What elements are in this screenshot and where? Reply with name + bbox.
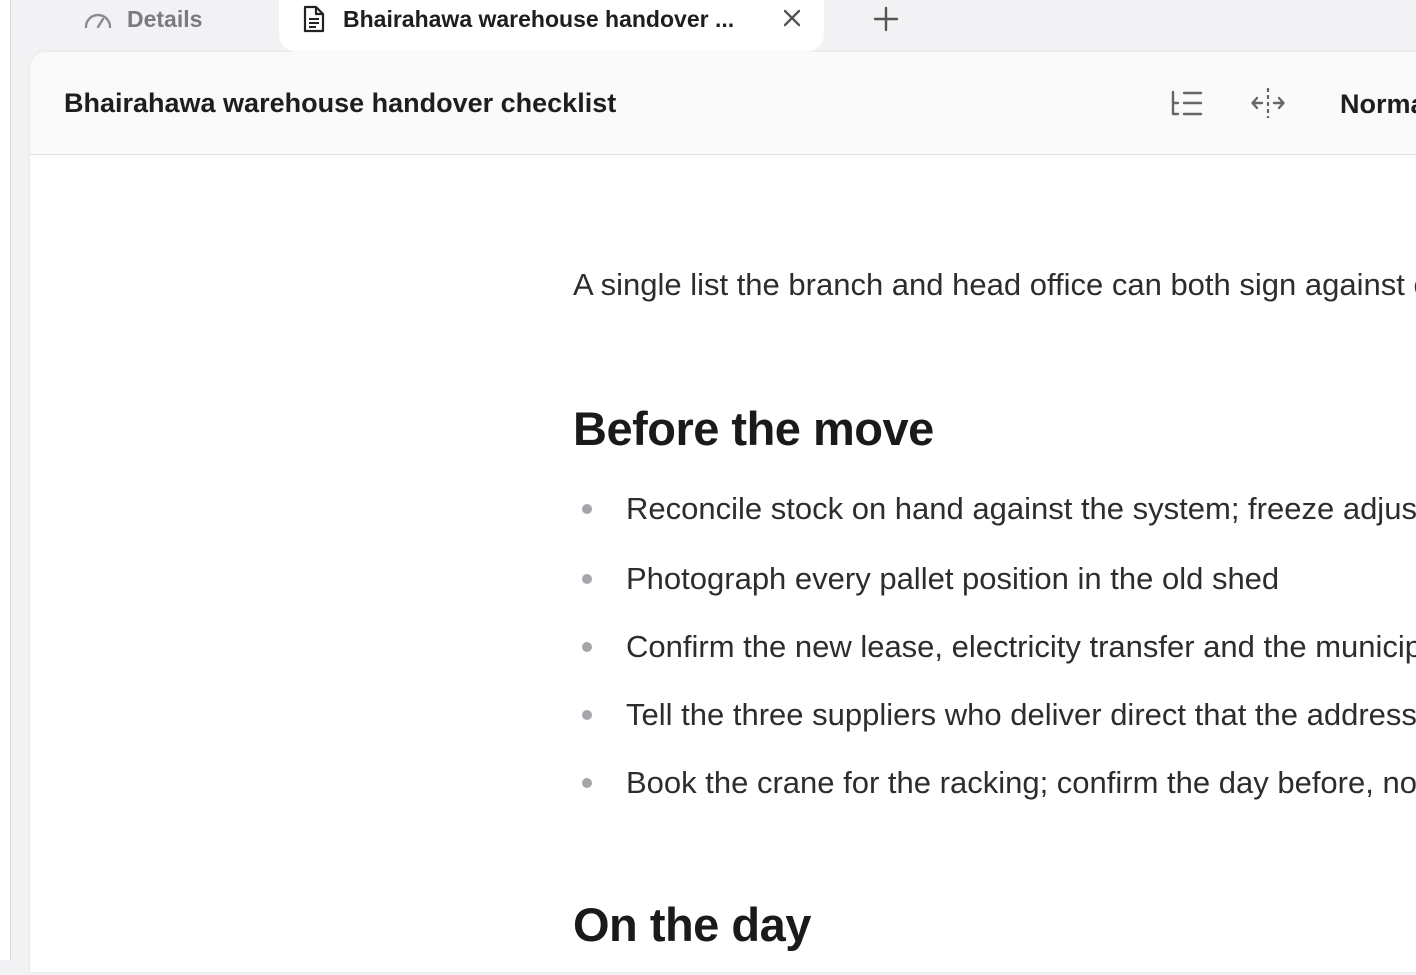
list-item-text: Confirm the new lease, electricity trans… (626, 629, 1416, 664)
bullet (582, 642, 592, 652)
bullet (582, 778, 592, 788)
intro-paragraph: A single list the branch and head office… (573, 267, 1416, 302)
outline-icon[interactable] (1170, 88, 1204, 120)
gauge-icon (83, 8, 113, 30)
list-item-text: Photograph every pallet position in the … (626, 561, 1280, 596)
tab-document[interactable]: Bhairahawa warehouse handover ... (279, 0, 824, 52)
bullet (582, 574, 592, 584)
tab-document-label: Bhairahawa warehouse handover ... (343, 5, 735, 32)
close-icon[interactable] (780, 6, 804, 30)
bullet (582, 504, 592, 514)
tab-strip: Details Bhairahawa warehouse handover ..… (11, 0, 1416, 52)
document-title: Bhairahawa warehouse handover checklist (64, 88, 617, 118)
list-item-text: Reconcile stock on hand against the syst… (626, 491, 1416, 526)
section-heading-before-the-move: Before the move (573, 402, 934, 455)
document-icon (301, 5, 327, 33)
tab-details-label: Details (127, 5, 203, 32)
document-panel: Bhairahawa warehouse handover checklist … (30, 52, 1416, 972)
document-body[interactable]: A single list the branch and head office… (573, 155, 1416, 975)
left-rail (0, 0, 11, 960)
document-header: Bhairahawa warehouse handover checklist … (30, 52, 1416, 155)
plus-icon[interactable] (873, 6, 899, 32)
list-item-text: Book the crane for the racking; confirm … (626, 765, 1416, 800)
tab-details[interactable]: Details (83, 0, 202, 38)
view-mode-selector[interactable]: Norma (1340, 89, 1416, 120)
list-item-text: Tell the three suppliers who deliver dir… (626, 697, 1416, 732)
expand-width-icon[interactable] (1250, 86, 1286, 120)
section-heading-on-the-day: On the day (573, 898, 811, 951)
bullet (582, 710, 592, 720)
